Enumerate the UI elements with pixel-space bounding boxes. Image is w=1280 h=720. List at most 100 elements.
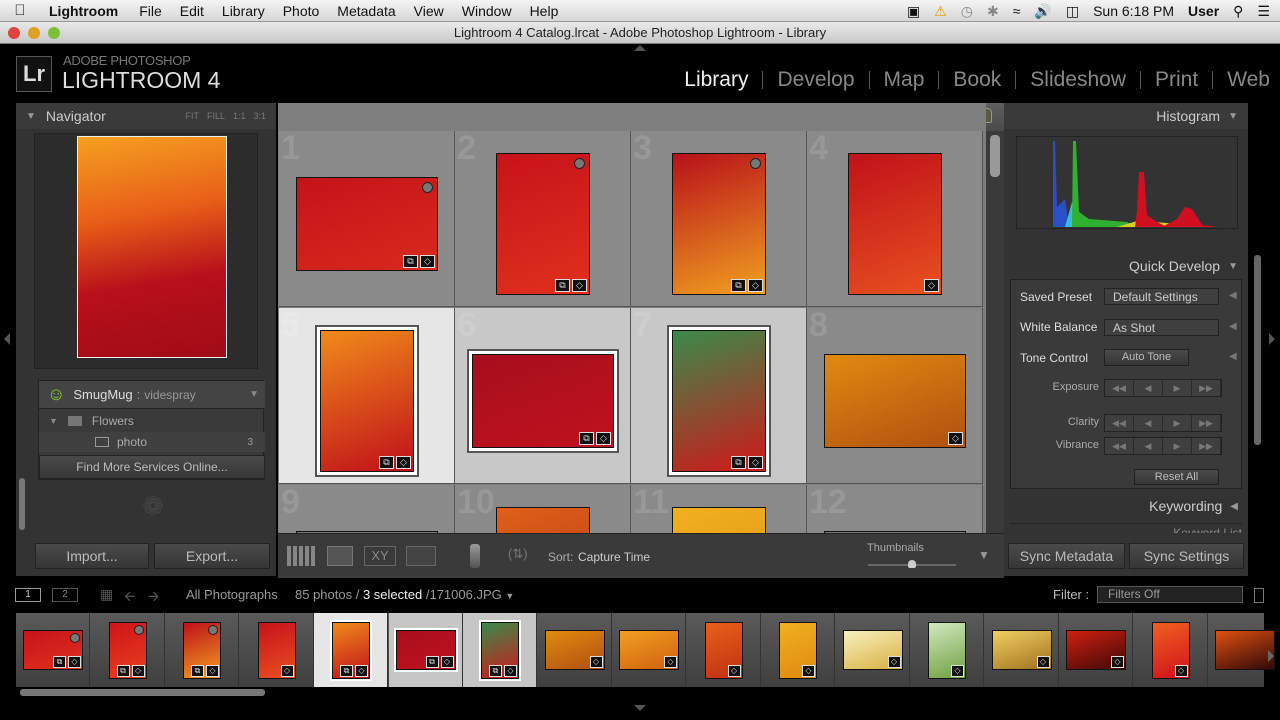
clarity-stepper[interactable]: ◀◀ ◀ ▶ ▶▶ [1104, 414, 1222, 432]
expand-left-triangle-icon[interactable]: ◀ [1229, 290, 1237, 301]
collapse-triangle-icon[interactable]: ▼ [26, 111, 36, 122]
stack-icon[interactable]: ⧉ [53, 656, 66, 668]
white-balance-dropdown[interactable]: As Shot [1104, 319, 1219, 336]
photo-thumbnail[interactable]: ◇ ⧉ [469, 350, 617, 451]
menu-metadata[interactable]: Metadata [328, 3, 404, 19]
grid-cell[interactable]: 11 [631, 485, 807, 533]
module-library[interactable]: Library [684, 68, 748, 92]
navigator-preview[interactable] [34, 133, 258, 369]
minimize-window-button[interactable] [28, 27, 40, 39]
filmstrip-cell[interactable]: ◇ ⧉ [16, 613, 90, 687]
quick-collection-marker-icon[interactable] [574, 157, 585, 169]
stack-icon[interactable]: ⧉ [116, 664, 130, 677]
filmstrip-cell[interactable]: ◇ [910, 613, 984, 687]
keyword-tag-icon[interactable]: ◇ [206, 664, 219, 677]
warning-icon[interactable]: ⚠ [934, 3, 947, 20]
photo-thumbnail[interactable]: ◇ [848, 152, 942, 295]
right-panel-scrollbar[interactable] [1254, 255, 1261, 445]
wifi-icon[interactable]: ≈ [1013, 3, 1021, 19]
bluetooth-icon[interactable]: ✱ [987, 3, 999, 20]
filmstrip-thumbnail[interactable]: ◇ ⧉ [23, 630, 83, 670]
grid-cell[interactable]: 4 ◇ [807, 131, 983, 307]
grid-cell[interactable]: 7 ◇ ⧉ [631, 308, 807, 484]
keyword-tag-icon[interactable]: ◇ [589, 656, 603, 668]
forward-arrow-icon[interactable]: 🡪 [148, 586, 159, 610]
close-window-button[interactable] [8, 27, 20, 39]
filmstrip-thumbnail[interactable]: ◇ [257, 621, 296, 679]
keyword-tag-icon[interactable]: ◇ [355, 664, 368, 677]
keyword-tag-icon[interactable]: ◇ [1036, 656, 1050, 668]
filmstrip-cell[interactable]: ◇ [538, 613, 612, 687]
right-panel-toggle-icon[interactable] [1269, 333, 1275, 345]
keyword-tag-icon[interactable]: ◇ [924, 278, 939, 292]
module-slideshow[interactable]: Slideshow [1030, 68, 1126, 92]
filmstrip-cell[interactable]: ◇ [985, 613, 1059, 687]
stack-icon[interactable]: ⧉ [731, 455, 746, 469]
filmstrip-cell[interactable]: ◇ [687, 613, 761, 687]
expand-left-triangle-icon[interactable]: ◀ [1229, 351, 1237, 362]
grid-cell[interactable]: 12 [807, 485, 983, 533]
keyword-tag-icon[interactable]: ◇ [951, 664, 964, 677]
quick-collection-marker-icon[interactable] [70, 633, 80, 643]
module-book[interactable]: Book [953, 68, 1001, 92]
photo-thumbnail[interactable]: ◇ ⧉ [296, 176, 438, 271]
notification-list-icon[interactable]: ☰ [1257, 3, 1270, 20]
exposure-stepper[interactable]: ◀◀ ◀ ▶ ▶▶ [1104, 379, 1222, 397]
keyword-tag-icon[interactable]: ◇ [420, 254, 435, 268]
keyword-tag-icon[interactable]: ◇ [1111, 656, 1124, 668]
collapse-triangle-icon[interactable]: ▼ [1228, 111, 1238, 122]
stack-icon[interactable]: ⧉ [379, 455, 394, 469]
quick-collection-marker-icon[interactable] [208, 624, 218, 635]
keyword-tag-icon[interactable]: ◇ [596, 431, 611, 445]
user-menu[interactable]: User [1188, 3, 1219, 19]
zoom-fill[interactable]: FILL [207, 111, 225, 121]
keyword-tag-icon[interactable]: ◇ [396, 455, 411, 469]
filmstrip-thumbnail[interactable]: ◇ [928, 621, 966, 679]
menu-file[interactable]: File [130, 3, 171, 19]
volume-icon[interactable]: 🔊 [1034, 3, 1051, 20]
expand-triangle-icon[interactable]: ▼ [49, 416, 58, 426]
filmstrip-thumbnail[interactable]: ◇ [544, 630, 605, 670]
filmstrip-scroll-right-icon[interactable] [1268, 650, 1274, 662]
photo-thumbnail[interactable] [496, 506, 590, 533]
menu-help[interactable]: Help [521, 3, 568, 19]
zoom-1-1[interactable]: 1:1 [233, 111, 246, 121]
top-panel-toggle-icon[interactable] [634, 45, 646, 51]
filmstrip-cell[interactable]: ◇ [1134, 613, 1208, 687]
filmstrip-thumbnail[interactable]: ◇ ⧉ [393, 628, 458, 672]
grid-cell[interactable]: 8 ◇ [807, 308, 983, 484]
grid-cell[interactable]: 1 ◇ ⧉ [279, 131, 455, 307]
second-window-button[interactable]: 2 [52, 588, 78, 602]
reset-all-button[interactable]: Reset All [1134, 469, 1219, 485]
stack-icon[interactable]: ⧉ [191, 664, 204, 677]
grid-cell[interactable]: 10 [455, 485, 631, 533]
filmstrip-thumbnail[interactable]: ◇ [991, 630, 1052, 670]
grid-view-icon[interactable] [287, 546, 315, 566]
filmstrip-thumbnail[interactable]: ◇ ⧉ [479, 619, 521, 681]
battery-icon[interactable]: ◫ [1066, 3, 1079, 20]
chevron-down-icon[interactable]: ▼ [505, 591, 514, 601]
quick-collection-marker-icon[interactable] [133, 624, 144, 635]
filmstrip-cell[interactable]: ◇ ⧉ [463, 613, 537, 687]
left-panel-toggle-icon[interactable] [4, 333, 10, 345]
grid-view-icon[interactable]: ▦ [100, 586, 113, 603]
keywording-header[interactable]: Keywording ◀ [1004, 493, 1248, 519]
apple-logo-icon[interactable]:  [0, 2, 40, 19]
back-arrow-icon[interactable]: 🡨 [124, 586, 135, 610]
time-machine-icon[interactable]: ◷ [961, 3, 973, 20]
grid-cell[interactable]: 2 ◇ ⧉ [455, 131, 631, 307]
photo-thumbnail[interactable]: ◇ ⧉ [672, 152, 766, 295]
quick-collection-marker-icon[interactable] [422, 181, 433, 193]
main-window-button[interactable]: 1 [15, 588, 41, 602]
survey-view-icon[interactable] [406, 546, 436, 566]
filmstrip-cell[interactable]: ◇ ⧉ [91, 613, 165, 687]
auto-tone-button[interactable]: Auto Tone [1104, 349, 1189, 366]
grid-cell[interactable]: 9 [279, 485, 455, 533]
source-label[interactable]: All Photographs [186, 587, 278, 602]
find-more-services-button[interactable]: Find More Services Online... [39, 455, 265, 479]
filmstrip-thumbnail[interactable]: ◇ [1151, 621, 1190, 679]
collapse-triangle-icon[interactable]: ▼ [1228, 261, 1238, 272]
quick-collection-marker-icon[interactable] [750, 157, 761, 169]
menu-library[interactable]: Library [213, 3, 274, 19]
publish-collection-photo[interactable]: photo 3 [39, 432, 265, 452]
